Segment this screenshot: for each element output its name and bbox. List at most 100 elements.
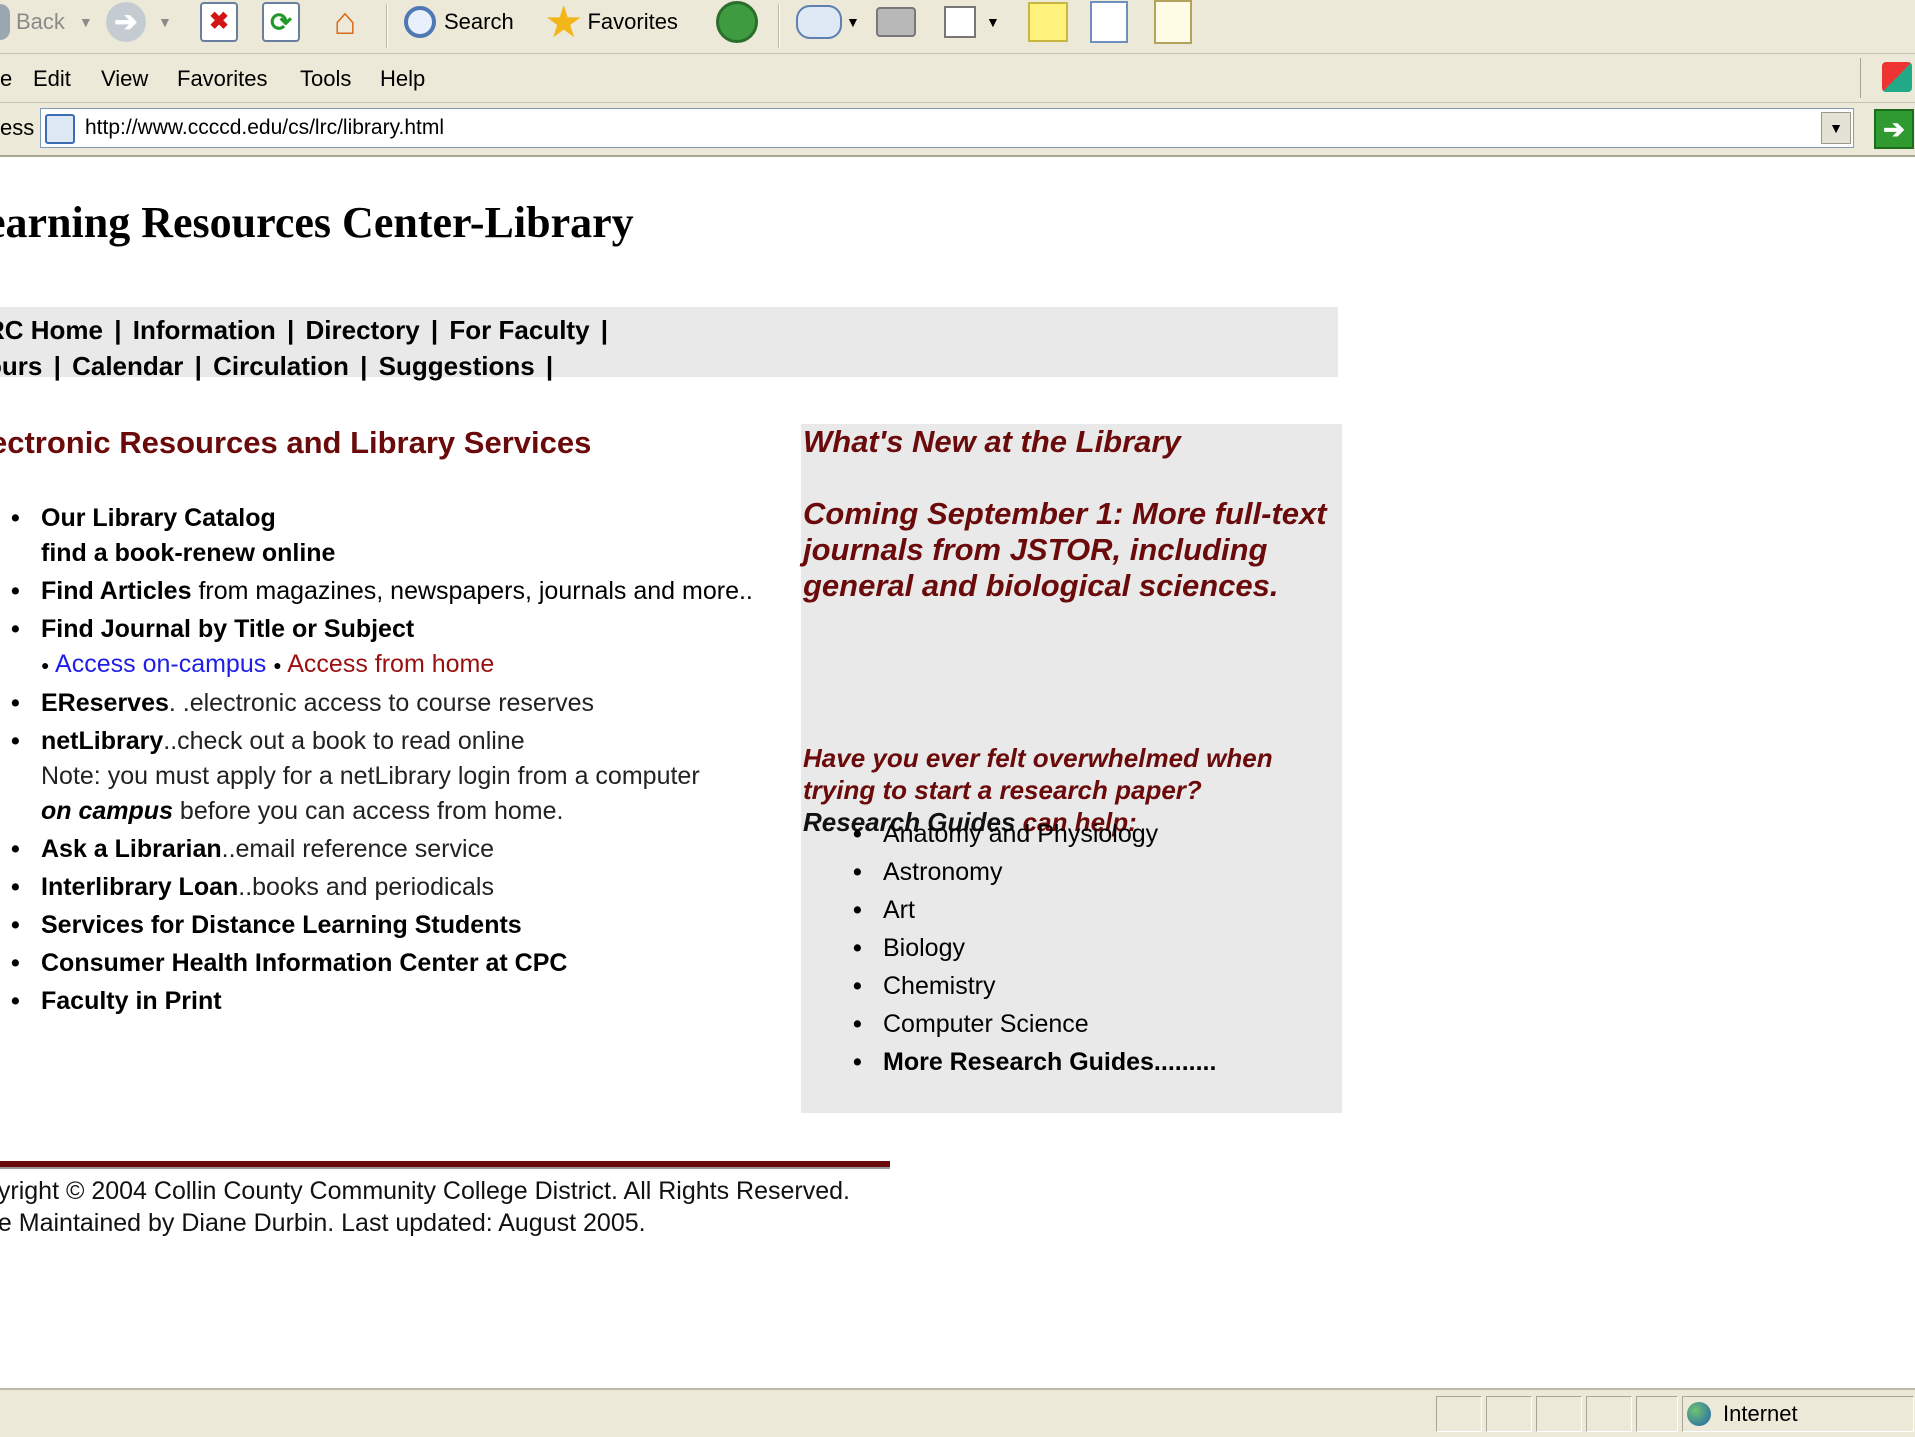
list-item: Biology: [853, 931, 1216, 966]
list-item: Ask a Librarian..email reference service: [11, 832, 753, 867]
zone-label: Internet: [1723, 1401, 1798, 1426]
star-icon: ★: [544, 0, 584, 47]
footer-divider: [0, 1161, 890, 1169]
find-book-link[interactable]: find a book-renew online: [41, 539, 335, 567]
nav-box: RC Home | Information | Directory | For …: [0, 307, 1338, 381]
status-bar: Internet: [0, 1388, 1915, 1437]
list-item: Find Articles from magazines, newspapers…: [11, 574, 753, 609]
nav-for-faculty[interactable]: For Faculty: [449, 315, 589, 345]
chevron-down-icon[interactable]: ▼: [846, 14, 860, 30]
mail-icon: [796, 5, 842, 39]
favorites-button[interactable]: ★ Favorites: [544, 0, 678, 47]
back-arrow-icon: [0, 4, 10, 40]
paste-icon: [1154, 0, 1192, 44]
nav-calendar[interactable]: Calendar: [72, 351, 183, 381]
access-from-home-link[interactable]: Access from home: [287, 650, 494, 678]
nav-suggestions[interactable]: Suggestions: [379, 351, 535, 381]
guide-computer-science-link[interactable]: Computer Science: [883, 1010, 1089, 1038]
guide-anatomy-link[interactable]: Anatomy and Physiology: [883, 820, 1158, 848]
ask-librarian-link[interactable]: Ask a Librarian: [41, 835, 222, 863]
paste-button[interactable]: [1154, 0, 1192, 44]
dropdown-arrow-icon[interactable]: ▼: [1821, 112, 1851, 144]
electronic-resources-heading: ectronic Resources and Library Services: [0, 425, 592, 460]
list-item: Services for Distance Learning Students: [11, 908, 753, 943]
address-url: http://www.ccccd.edu/cs/lrc/library.html: [85, 116, 445, 139]
stop-button[interactable]: ✖: [200, 0, 238, 44]
note-icon: [1028, 2, 1068, 42]
page-title: earning Resources Center-Library: [0, 198, 634, 247]
address-field[interactable]: http://www.ccccd.edu/cs/lrc/library.html…: [40, 108, 1854, 148]
menu-edit[interactable]: Edit: [29, 62, 75, 96]
bullet-icon: ●: [273, 656, 282, 673]
list-item: Our Library Catalog find a book-renew on…: [11, 501, 753, 571]
back-button[interactable]: Back ▼: [0, 0, 93, 44]
mail-button[interactable]: ▼: [796, 0, 860, 44]
history-button[interactable]: [716, 0, 758, 44]
maintained-text: ge Maintained by Diane Durbin. Last upda…: [0, 1209, 646, 1237]
guide-chemistry-link[interactable]: Chemistry: [883, 972, 996, 1000]
copy-icon: [1090, 1, 1128, 43]
history-icon: [716, 1, 758, 43]
refresh-icon: ⟳: [262, 2, 300, 42]
menu-file[interactable]: e: [0, 62, 16, 96]
menu-favorites[interactable]: Favorites: [173, 62, 271, 96]
forward-arrow-icon: ➔: [106, 2, 146, 42]
find-journal-link[interactable]: Find Journal by Title or Subject: [41, 615, 414, 643]
chevron-down-icon[interactable]: ▼: [986, 14, 1000, 30]
list-item: EReserves. .electronic access to course …: [11, 686, 753, 721]
ie-page-icon: [45, 114, 75, 144]
ereserves-link[interactable]: EReserves: [41, 689, 169, 717]
list-item: netLibrary..check out a book to read onl…: [11, 724, 753, 829]
interlibrary-loan-link[interactable]: Interlibrary Loan: [41, 873, 238, 901]
refresh-button[interactable]: ⟳: [262, 0, 300, 44]
list-item: Computer Science: [853, 1007, 1216, 1042]
menu-bar: e Edit View Favorites Tools Help: [0, 54, 1915, 103]
library-catalog-link[interactable]: Our Library Catalog: [41, 504, 276, 532]
globe-icon: [1687, 1402, 1711, 1426]
print-icon: [876, 7, 916, 37]
notes-button[interactable]: [1028, 0, 1068, 44]
netlibrary-link[interactable]: netLibrary: [41, 727, 163, 755]
research-guides-list: Anatomy and Physiology Astronomy Art Bio…: [853, 817, 1216, 1083]
edit-button[interactable]: ▼: [944, 0, 1000, 44]
home-button[interactable]: ⌂: [322, 0, 368, 44]
distance-learning-link[interactable]: Services for Distance Learning Students: [41, 911, 522, 939]
consumer-health-link[interactable]: Consumer Health Information Center at CP…: [41, 949, 567, 977]
bullet-icon: ●: [41, 656, 50, 673]
more-research-guides-link[interactable]: More Research Guides.........: [883, 1048, 1216, 1076]
nav-line-1: RC Home | Information | Directory | For …: [0, 315, 612, 346]
search-button[interactable]: Search: [404, 0, 514, 44]
resources-list: Our Library Catalog find a book-renew on…: [0, 501, 753, 1022]
browser-toolbar: Back ▼ ➔ ▼ ✖ ⟳ ⌂ Search ★ Favorites ▼ ▼: [0, 0, 1915, 54]
menu-view[interactable]: View: [97, 62, 152, 96]
faculty-in-print-link[interactable]: Faculty in Print: [41, 987, 222, 1015]
find-articles-link[interactable]: Find Articles: [41, 577, 192, 605]
nav-lrc-home[interactable]: RC Home: [0, 315, 103, 345]
list-item: Art: [853, 893, 1216, 928]
guide-biology-link[interactable]: Biology: [883, 934, 965, 962]
go-arrow-icon[interactable]: ➔: [1874, 109, 1914, 149]
chevron-down-icon[interactable]: ▼: [79, 14, 93, 30]
access-on-campus-link[interactable]: Access on-campus: [55, 650, 266, 678]
search-icon: [404, 6, 436, 38]
stop-icon: ✖: [200, 2, 238, 42]
copyright-text: pyright © 2004 Collin County Community C…: [0, 1177, 850, 1205]
jstor-announcement: Coming September 1: More full-text journ…: [803, 496, 1327, 603]
list-item: Find Journal by Title or Subject ● Acces…: [11, 612, 753, 683]
guide-astronomy-link[interactable]: Astronomy: [883, 858, 1002, 886]
guide-art-link[interactable]: Art: [883, 896, 915, 924]
nav-line-2: ours | Calendar | Circulation | Suggesti…: [0, 351, 557, 382]
menu-tools[interactable]: Tools: [296, 62, 355, 96]
nav-information[interactable]: Information: [133, 315, 276, 345]
nav-hours[interactable]: ours: [0, 351, 42, 381]
nav-directory[interactable]: Directory: [306, 315, 420, 345]
nav-circulation[interactable]: Circulation: [213, 351, 349, 381]
menu-help[interactable]: Help: [376, 62, 429, 96]
print-button[interactable]: [876, 0, 916, 44]
forward-button[interactable]: ➔ ▼: [106, 0, 172, 44]
web-page: earning Resources Center-Library RC Home…: [0, 157, 1915, 1387]
home-icon: ⌂: [333, 1, 357, 43]
chevron-down-icon[interactable]: ▼: [158, 14, 172, 30]
address-label: ess: [0, 115, 35, 140]
copy-button[interactable]: [1090, 0, 1128, 44]
